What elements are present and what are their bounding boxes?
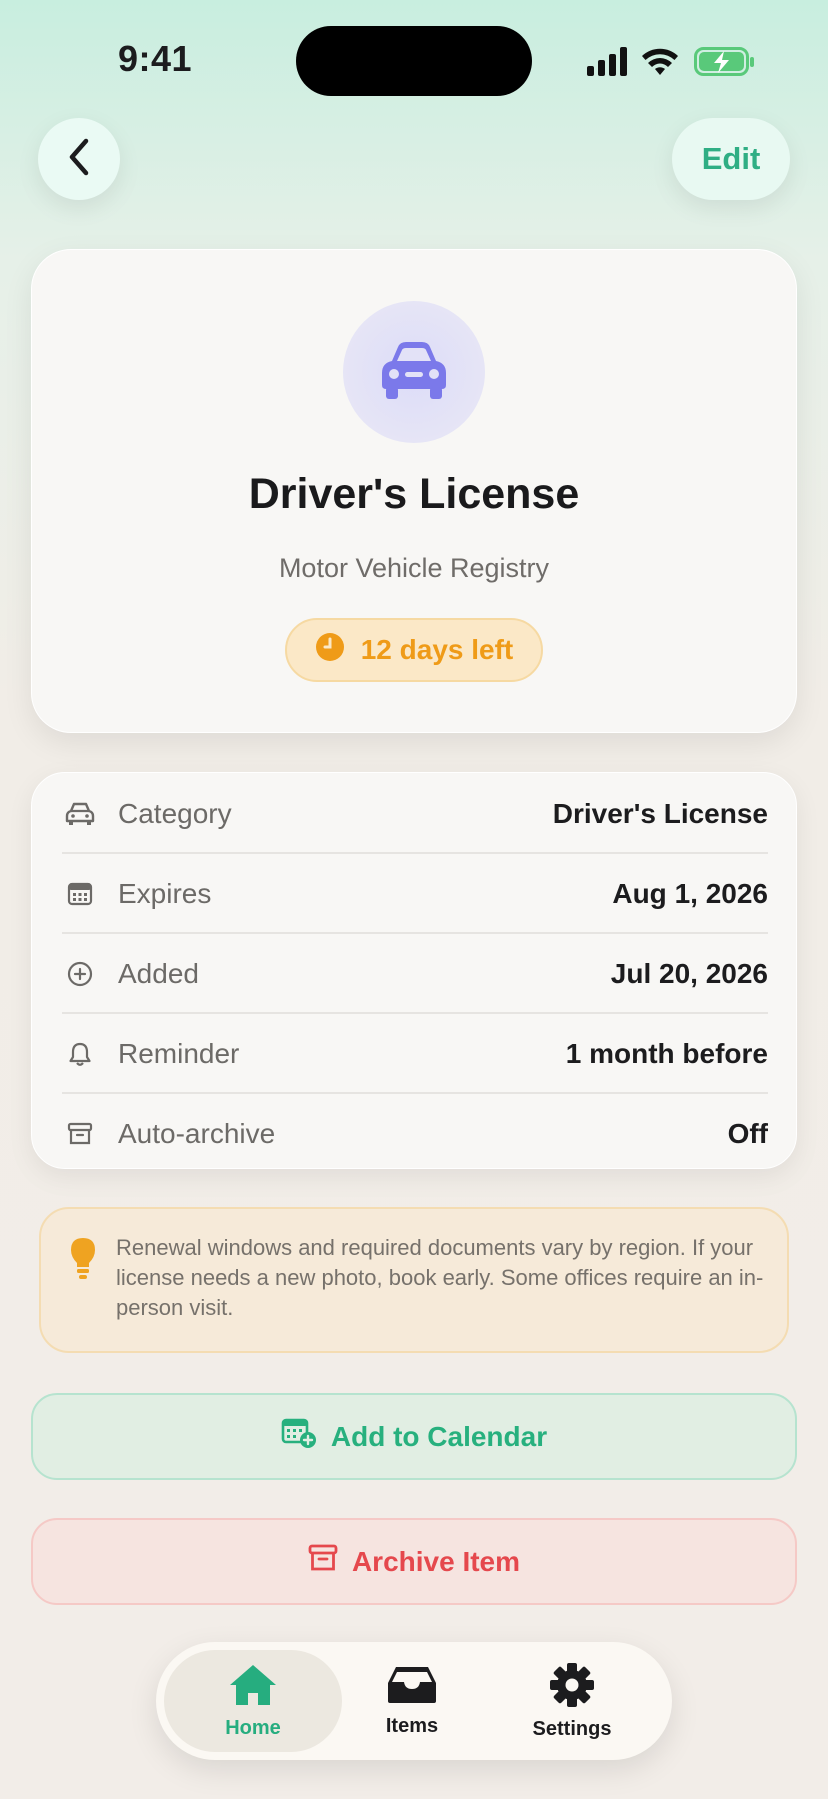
detail-row-reminder: Reminder 1 month before (62, 1014, 768, 1093)
detail-value: Aug 1, 2026 (612, 877, 768, 909)
details-card: Category Driver's License Expires Aug 1,… (31, 772, 797, 1169)
wifi-icon (642, 48, 678, 75)
tab-home[interactable]: Home (164, 1650, 342, 1752)
tab-label: Settings (532, 1717, 612, 1740)
tab-label: Items (385, 1714, 439, 1737)
dynamic-island (296, 26, 532, 96)
inbox-icon (386, 1665, 438, 1711)
tab-items[interactable]: Items (332, 1650, 492, 1752)
gear-icon (549, 1662, 595, 1714)
chevron-left-icon (64, 137, 94, 182)
status-time: 9:41 (117, 38, 193, 79)
lightbulb-icon (68, 1236, 98, 1280)
calendar-icon (62, 876, 98, 912)
detail-label: Category (118, 797, 232, 829)
back-button[interactable] (38, 118, 120, 200)
archive-icon (62, 1116, 98, 1152)
detail-row-added: Added Jul 20, 2026 (62, 934, 768, 1013)
home-icon (228, 1663, 278, 1713)
detail-label: Added (118, 957, 199, 989)
plus-circle-icon (62, 956, 98, 992)
archive-icon (308, 1544, 338, 1579)
item-title: Driver's License (248, 470, 580, 518)
detail-label: Reminder (118, 1037, 240, 1069)
detail-value: Jul 20, 2026 (610, 957, 768, 989)
car-icon (378, 339, 450, 406)
add-to-calendar-label: Add to Calendar (330, 1420, 548, 1452)
detail-value: Off (727, 1117, 768, 1149)
tab-settings[interactable]: Settings (492, 1650, 652, 1752)
add-to-calendar-button[interactable]: Add to Calendar (31, 1393, 797, 1480)
detail-value: 1 month before (565, 1037, 768, 1069)
detail-label: Auto-archive (118, 1117, 276, 1149)
archive-item-label: Archive Item (351, 1545, 521, 1577)
detail-value: Driver's License (552, 797, 768, 829)
status-icons (586, 44, 754, 78)
calendar-add-icon (281, 1417, 317, 1456)
detail-row-expires: Expires Aug 1, 2026 (62, 854, 768, 933)
item-icon-circle (343, 301, 485, 443)
tab-bar: Home Items Settings (156, 1642, 672, 1760)
detail-label: Expires (118, 877, 212, 909)
days-left-text: 12 days left (360, 634, 514, 665)
bell-icon (62, 1036, 98, 1072)
car-icon (62, 796, 98, 832)
tab-label: Home (225, 1716, 281, 1739)
item-subtitle: Motor Vehicle Registry (278, 553, 550, 583)
days-left-badge: 12 days left (285, 618, 543, 682)
detail-row-auto-archive: Auto-archive Off (62, 1094, 768, 1173)
archive-item-button[interactable]: Archive Item (31, 1518, 797, 1605)
clock-icon (315, 632, 345, 669)
signal-icon (587, 47, 627, 76)
battery-icon (694, 47, 754, 76)
tip-text: Renewal windows and required documents v… (116, 1235, 764, 1320)
edit-button[interactable]: Edit (672, 118, 790, 200)
detail-row-category: Category Driver's License (62, 774, 768, 853)
